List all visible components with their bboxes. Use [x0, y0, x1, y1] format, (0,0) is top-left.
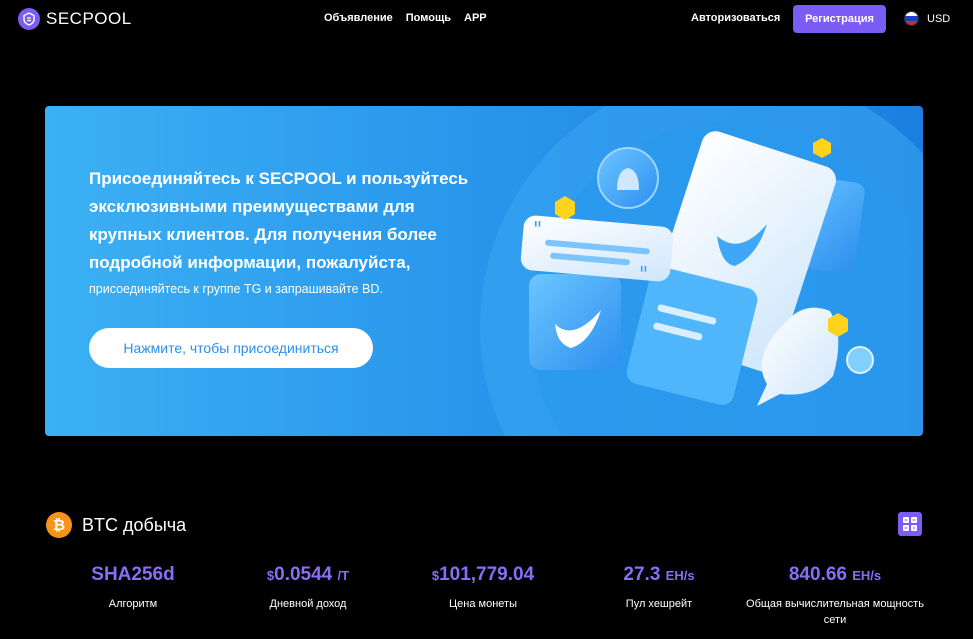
banner-subtitle: присоединяйтесь к группе TG и запрашивай…	[89, 282, 383, 296]
stat-label: Дневной доход	[269, 598, 347, 610]
promo-banner: " " Присоединяйтесь к SECPOOL и пользуйт…	[45, 106, 923, 436]
nav-app[interactable]: APP	[464, 12, 487, 24]
brand-logo[interactable]: SECPOOL	[18, 8, 132, 30]
currency-label: USD	[927, 12, 951, 25]
stat-value: 27.3	[623, 564, 661, 585]
nav-help[interactable]: Помощь	[406, 12, 451, 24]
stat-label: Алгоритм	[108, 598, 158, 610]
calculator-icon[interactable]	[898, 512, 922, 536]
stat-label: Пул хешрейт	[625, 598, 693, 610]
section-title: BTC добыча	[82, 514, 187, 535]
join-group-button[interactable]: Нажмите, чтобы присоединиться	[89, 328, 373, 368]
stat-pool-hashrate: 27.3 EH/s Пул хешрейт	[569, 564, 749, 612]
stat-value: 101,779.04	[439, 564, 535, 585]
stat-value: 0.0544	[274, 564, 333, 585]
stat-coin-price: $101,779.04 Цена монеты	[393, 564, 573, 612]
svg-text:": "	[533, 217, 542, 241]
banner-title: Присоединяйтесь к SECPOOL и пользуйтесь …	[89, 169, 469, 272]
russia-flag-icon	[904, 11, 919, 26]
stat-value: 840.66	[788, 564, 847, 585]
btc-mining-header: ₿ BTC добыча	[46, 512, 186, 538]
brand-name: SECPOOL	[46, 9, 132, 28]
stat-network-hashrate: 840.66 EH/s Общая вычислительная мощност…	[744, 564, 926, 628]
top-header: SECPOOL Объявление Помощь APP Авторизова…	[0, 0, 973, 38]
language-currency-selector[interactable]: USD	[904, 11, 950, 26]
bitcoin-icon: ₿	[46, 512, 72, 538]
stat-algorithm: SHA256d Алгоритм	[43, 564, 223, 612]
stat-label: Общая вычислительная мощность сети	[746, 598, 924, 626]
login-link[interactable]: Авторизоваться	[691, 12, 780, 24]
stat-daily-income: $0.0544 /T Дневной доход	[218, 564, 398, 612]
main-nav: Объявление Помощь APP	[324, 12, 487, 24]
stat-value: SHA256d	[91, 564, 175, 585]
register-button[interactable]: Регистрация	[793, 5, 886, 33]
mining-stats: SHA256d Алгоритм $0.0544 /T Дневной дохо…	[0, 564, 973, 639]
secpool-logo-icon	[18, 8, 40, 30]
svg-text:": "	[639, 262, 648, 286]
nav-announcement[interactable]: Объявление	[324, 12, 393, 24]
stat-label: Цена монеты	[449, 598, 517, 610]
